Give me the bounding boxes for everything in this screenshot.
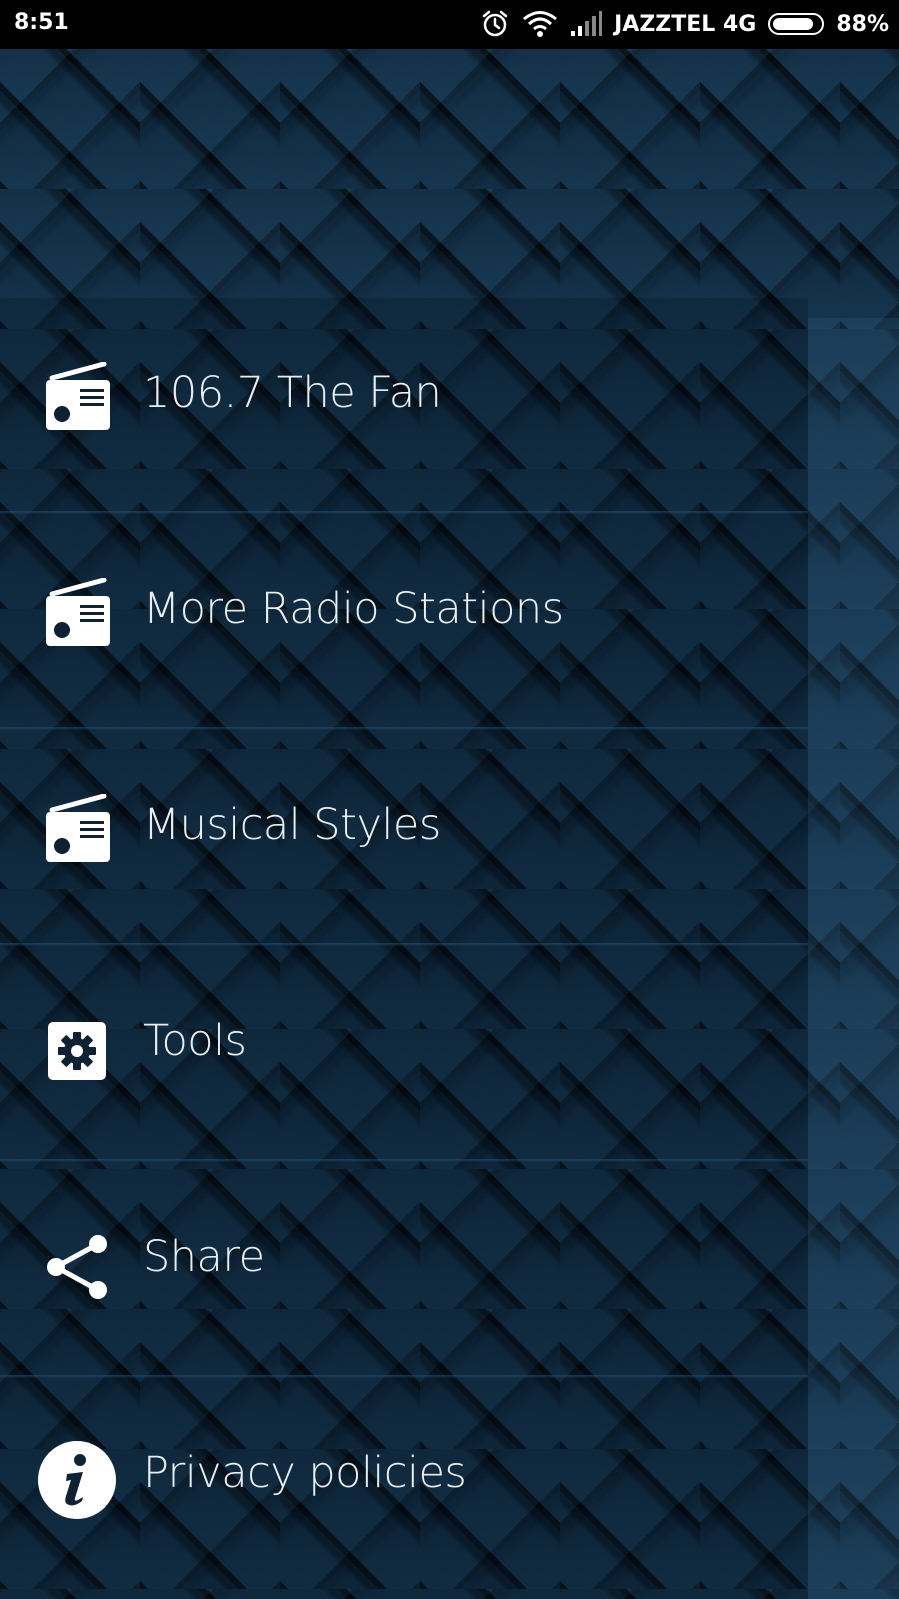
menu-item-label: Share	[143, 1232, 265, 1282]
menu-item-label: Tools	[143, 1016, 247, 1066]
status-time: 8:51	[14, 10, 69, 35]
signal-icon	[570, 11, 603, 37]
menu-item-106-7-the-fan[interactable]: 106.7 The Fan	[0, 298, 808, 514]
menu-item-tools[interactable]: Tools	[0, 946, 808, 1162]
alarm-icon	[480, 9, 510, 39]
gear-icon	[36, 1010, 118, 1092]
menu-item-more-radio-stations[interactable]: More Radio Stations	[0, 514, 808, 730]
radio-icon	[36, 789, 118, 871]
menu-item-privacy-policies[interactable]: Privacy policies	[0, 1378, 808, 1594]
status-icons: JAZZTEL 4G 88%	[480, 8, 889, 40]
content-edge	[808, 318, 899, 1599]
menu-item-share[interactable]: Share	[0, 1162, 808, 1378]
battery-fill	[773, 18, 814, 30]
menu-item-musical-styles[interactable]: Musical Styles	[0, 730, 808, 946]
carrier-label: JAZZTEL 4G	[614, 11, 757, 37]
info-icon	[36, 1439, 118, 1521]
wifi-icon	[522, 10, 558, 38]
status-bar: 8:51 JAZZTEL 4G 88%	[0, 0, 899, 49]
menu-item-label: Privacy policies	[143, 1448, 467, 1498]
battery-percent: 88%	[836, 11, 889, 37]
radio-icon	[36, 357, 118, 439]
menu-item-label: 106.7 The Fan	[143, 368, 442, 418]
menu-item-label: Musical Styles	[143, 800, 441, 850]
navigation-drawer: 106.7 The Fan More Radio Stations Musica…	[0, 298, 808, 1599]
share-icon	[36, 1226, 118, 1308]
menu-item-label: More Radio Stations	[143, 584, 564, 634]
battery-icon	[768, 13, 825, 35]
radio-icon	[36, 573, 118, 655]
